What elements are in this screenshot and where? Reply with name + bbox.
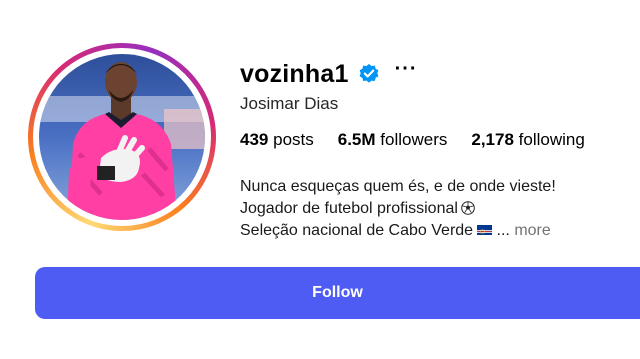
bio-line: Seleção nacional de Cabo Verde ... more (240, 220, 556, 242)
follow-button[interactable]: Follow (35, 267, 640, 319)
full-name: Josimar Dias (240, 94, 339, 113)
username-row: vozinha1 ··· (240, 56, 418, 92)
following-stat[interactable]: 2,178 following (471, 130, 584, 150)
bio: Nunca esqueças quem és, e de onde vieste… (240, 176, 556, 242)
cape-verde-flag-icon (477, 220, 493, 235)
following-label: following (518, 130, 585, 149)
posts-stat[interactable]: 439 posts (240, 130, 314, 150)
avatar-ring-gap (33, 48, 211, 226)
followers-stat[interactable]: 6.5M followers (338, 130, 448, 150)
avatar-photo (39, 54, 205, 220)
posts-count: 439 (240, 130, 269, 149)
posts-label: posts (273, 130, 314, 149)
bio-line-3: Seleção nacional de Cabo Verde (240, 222, 474, 239)
soccer-ball-icon (461, 200, 475, 215)
more-options-icon[interactable]: ··· (395, 59, 418, 89)
bio-line-2: Jogador de futebol profissional (240, 200, 458, 217)
bio-line-1: Nunca esqueças quem és, e de onde vieste… (240, 178, 556, 195)
profile-avatar[interactable] (39, 54, 205, 220)
following-count: 2,178 (471, 130, 514, 149)
bio-more-link[interactable]: more (514, 222, 550, 239)
profile-stats: 439 posts 6.5M followers 2,178 following (240, 130, 609, 150)
username: vozinha1 (240, 59, 349, 88)
avatar-story-ring[interactable] (28, 43, 216, 231)
bio-line: Nunca esqueças quem és, e de onde vieste… (240, 176, 556, 198)
followers-count: 6.5M (337, 130, 376, 149)
followers-label: followers (380, 130, 448, 149)
bio-ellipsis: ... (496, 222, 510, 239)
bio-line: Jogador de futebol profissional (240, 198, 556, 220)
verified-badge-icon (358, 63, 380, 85)
